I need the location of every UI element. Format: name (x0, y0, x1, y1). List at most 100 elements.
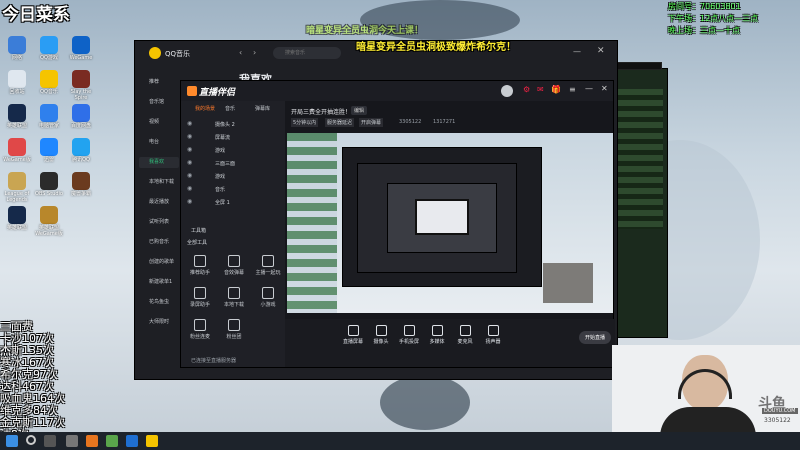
room-info-chip[interactable]: 开启弹幕 (359, 118, 384, 127)
desktop-icon[interactable]: League of Legends (2, 172, 32, 203)
bottom-control-button[interactable]: 直播屏幕 (339, 325, 367, 345)
scene-item[interactable]: ◉ 全屏 1 (185, 197, 281, 208)
tool-item[interactable]: 音效弹幕 (217, 255, 251, 276)
qqmusic-sidebar-item[interactable]: 最近播放 (139, 197, 179, 208)
window-close-icon[interactable]: ✕ (601, 84, 608, 93)
desktop-icon[interactable]: 回收站 (2, 70, 32, 95)
tool-item[interactable]: 推荐助手 (183, 255, 217, 276)
control-icon (403, 325, 415, 336)
desktop-icon[interactable]: 迅雷 (34, 138, 64, 163)
scene-item[interactable]: ◉ 摄像头 2 (185, 119, 281, 130)
tool-item[interactable]: 本地下载 (217, 287, 251, 308)
qqmusic-sidebar-item[interactable]: 本地和下载 (139, 177, 179, 188)
tool-item[interactable]: 主播一起玩 (251, 255, 285, 276)
background-window-right-2 (612, 62, 662, 70)
eye-icon[interactable]: ◉ (187, 198, 192, 205)
bottom-control-button[interactable]: 扬声器 (479, 325, 507, 345)
eye-icon[interactable]: ◉ (187, 133, 192, 140)
tool-item[interactable]: 录屏助手 (183, 287, 217, 308)
desktop-icon[interactable]: Slay the Spire (66, 70, 96, 101)
scene-tab[interactable]: 弹幕库 (255, 105, 270, 112)
desktop-icon[interactable]: 英雄联盟 WeGame版 (34, 206, 64, 237)
desktop-icon-label: QQ游戏 (40, 55, 58, 61)
start-stream-button[interactable]: 开始直播 (579, 331, 612, 344)
eye-icon[interactable]: ◉ (187, 146, 192, 153)
scene-item[interactable]: ◉ 音乐 (185, 184, 281, 195)
desktop-icon[interactable]: 魔兽争霸 (66, 172, 96, 197)
message-icon[interactable]: ✉ (537, 85, 544, 94)
desktop-icon[interactable]: 网络 (2, 36, 32, 61)
eye-icon[interactable]: ◉ (187, 185, 192, 192)
qqmusic-search-input[interactable] (273, 47, 341, 59)
desktop-icon[interactable]: 百度网盘 (66, 104, 96, 129)
all-tools-label[interactable]: 全部工具 (187, 239, 207, 246)
bottom-control-button[interactable]: 摄像头 (367, 325, 395, 345)
search-icon[interactable] (26, 435, 36, 445)
preview-webcam (543, 263, 593, 303)
desktop-icon-label: 百度网盘 (70, 123, 91, 129)
scene-item[interactable]: ◉ 屏幕流 (185, 132, 281, 143)
desktop-icon[interactable]: 英雄联盟 (2, 104, 32, 129)
danmu-top: 暗星变异全员虫洞极致爆炸希尔克！ (356, 42, 516, 53)
scene-tab[interactable]: 音乐 (225, 105, 235, 112)
qqmusic-sidebar-item[interactable]: 创建的歌单 (139, 257, 179, 268)
tool-item[interactable]: 粉丝团 (217, 319, 251, 340)
qqmusic-sidebar-item[interactable]: 花鸟鱼虫 (139, 297, 179, 308)
scene-tab[interactable]: 我的场景 (195, 105, 215, 112)
room-info-chip[interactable]: 5分钟以内 (291, 118, 319, 127)
desktop-icon[interactable]: OBS Studio (34, 172, 64, 197)
scene-item[interactable]: ◉ 三面三面 (185, 158, 281, 169)
user-avatar[interactable] (501, 85, 513, 97)
desktop-icon[interactable]: QQ音乐 (34, 70, 64, 95)
taskbar-app-5-icon[interactable] (146, 435, 158, 447)
edit-title-button[interactable]: 编辑 (351, 106, 368, 115)
bottom-control-button[interactable]: 手机投屏 (395, 325, 423, 345)
start-button-icon[interactable] (6, 435, 18, 447)
eye-icon[interactable]: ◉ (187, 172, 192, 179)
window-minimize-icon[interactable]: — (573, 47, 581, 56)
qqmusic-sidebar-item[interactable]: 大师限时 (139, 317, 179, 328)
settings-icon[interactable]: ⚙ (523, 85, 530, 94)
qqmusic-sidebar-item[interactable]: 试听列表 (139, 217, 179, 228)
qqmusic-sidebar-item[interactable]: 新建歌单1 (139, 277, 179, 288)
desktop-icon[interactable]: WeGame版 (2, 138, 32, 163)
task-view-icon[interactable] (44, 435, 56, 447)
qqmusic-sidebar-item[interactable]: 音乐馆 (139, 97, 179, 108)
app-icon (8, 70, 26, 88)
window-minimize-icon[interactable]: — (585, 84, 593, 93)
desktop-icon[interactable]: 英雄联盟 (2, 206, 32, 231)
desktop-icon[interactable]: 腾讯QQ (66, 138, 96, 163)
danmu-sub: 暗星变异全员虫洞今天上课！ (306, 26, 424, 36)
bottom-control-button[interactable]: 麦克风 (451, 325, 479, 345)
room-info-chip[interactable]: 服务器延迟 (325, 118, 355, 127)
tool-item[interactable]: 小游戏 (251, 287, 285, 308)
bottom-control-button[interactable]: 多媒体 (423, 325, 451, 345)
scene-item[interactable]: ◉ 游戏 (185, 145, 281, 156)
tool-item[interactable]: 粉丝连麦 (183, 319, 217, 340)
taskbar-app-3-icon[interactable] (106, 435, 118, 447)
qqmusic-sidebar-item[interactable]: 视频 (139, 117, 179, 128)
window-close-icon[interactable]: ✕ (597, 46, 605, 56)
desktop-icon[interactable]: QQ游戏 (34, 36, 64, 61)
eye-icon[interactable]: ◉ (187, 120, 192, 127)
scene-name: 全屏 1 (215, 200, 230, 206)
app-icon (72, 172, 90, 190)
back-arrow-icon[interactable]: ‹ (239, 48, 242, 57)
qqmusic-sidebar-item[interactable]: 电台 (139, 137, 179, 148)
taskbar-app-4-icon[interactable] (126, 435, 138, 447)
douyu-id: 3305122 (764, 417, 791, 424)
desktop-icon[interactable]: 电脑管家 (34, 104, 64, 129)
qqmusic-sidebar-item[interactable]: 我喜欢 (139, 157, 179, 168)
webcam-overlay: 斗鱼 DOUYU.COM 3305122 (612, 345, 800, 432)
gift-icon[interactable]: 🎁 (551, 85, 561, 94)
stream-title[interactable]: 开局三费全开抽连胜！ (291, 107, 351, 116)
qqmusic-sidebar-item[interactable]: 已购音乐 (139, 237, 179, 248)
qqmusic-sidebar-item[interactable]: 推荐 (139, 77, 179, 88)
menu-icon[interactable]: ≡ (569, 85, 576, 94)
scene-item[interactable]: ◉ 游戏 (185, 171, 281, 182)
taskbar-app-1-icon[interactable] (66, 435, 78, 447)
desktop-icon[interactable]: WeGame (66, 36, 96, 61)
eye-icon[interactable]: ◉ (187, 159, 192, 166)
taskbar-app-2-icon[interactable] (86, 435, 98, 447)
forward-arrow-icon[interactable]: › (253, 48, 256, 57)
